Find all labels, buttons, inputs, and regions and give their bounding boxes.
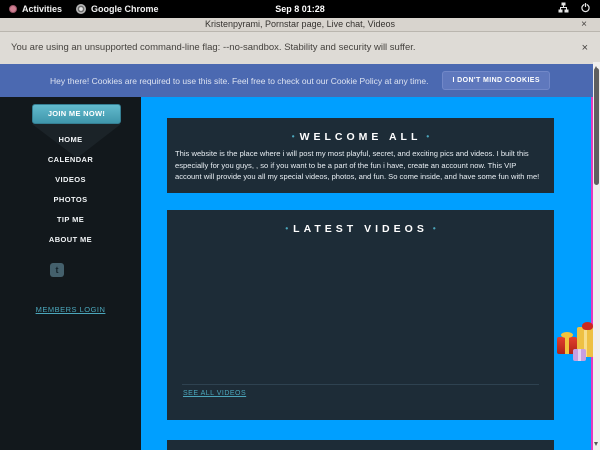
scrollbar-down-arrow-icon[interactable] (594, 442, 598, 446)
welcome-title-text: WELCOME ALL (300, 131, 422, 143)
welcome-title: • WELCOME ALL • (167, 131, 554, 143)
bullet-icon: • (285, 224, 288, 233)
sidebar-item-videos[interactable]: VIDEOS (0, 170, 141, 190)
latest-videos-title: • LATEST VIDEOS • (167, 223, 554, 235)
tumblr-icon[interactable]: t (50, 263, 64, 277)
sidebar-nav: HOME CALENDAR VIDEOS PHOTOS TIP ME ABOUT… (0, 130, 141, 250)
network-icon[interactable] (558, 0, 569, 18)
cookie-accept-button[interactable]: I DON'T MIND COOKIES (442, 71, 549, 90)
sidebar-item-photos[interactable]: PHOTOS (0, 190, 141, 210)
welcome-body-text: This website is the place where i will p… (175, 148, 544, 183)
window-title-bar: Kristenpyrami, Pornstar page, Live chat,… (0, 18, 600, 32)
browser-scrollbar[interactable] (593, 62, 600, 450)
window-close-icon[interactable]: × (581, 18, 587, 31)
power-icon[interactable] (580, 0, 591, 18)
bullet-icon: • (426, 132, 429, 141)
scrollbar-thumb[interactable] (594, 68, 599, 185)
gift-red-box-ribbon (565, 337, 569, 354)
sidebar-item-home[interactable]: HOME (0, 130, 141, 150)
gift-purple-box-ribbon (578, 349, 581, 361)
see-all-videos-link[interactable]: SEE ALL VIDEOS (183, 390, 246, 397)
sidebar-item-about-me[interactable]: ABOUT ME (0, 230, 141, 250)
system-top-bar: Activities Google Chrome Sep 8 01:28 (0, 0, 600, 18)
join-me-now-button[interactable]: JOIN ME NOW! (32, 104, 121, 124)
sidebar-item-tip-me[interactable]: TIP ME (0, 210, 141, 230)
videos-divider (182, 384, 539, 385)
next-section-panel (167, 440, 554, 450)
flag-warning-bar: You are using an unsupported command-lin… (0, 32, 600, 64)
cookie-notice-bar: Hey there! Cookies are required to use t… (0, 64, 600, 97)
flag-warning-close-icon[interactable]: × (582, 32, 588, 64)
gift-red-bow-top (582, 322, 593, 330)
latest-videos-panel: • LATEST VIDEOS • SEE ALL VIDEOS (167, 210, 554, 420)
flag-warning-message: You are using an unsupported command-lin… (11, 32, 416, 64)
sidebar: JOIN ME NOW! HOME CALENDAR VIDEOS PHOTOS… (0, 97, 141, 450)
latest-videos-title-text: LATEST VIDEOS (293, 223, 428, 235)
clock[interactable]: Sep 8 01:28 (0, 0, 600, 18)
bullet-icon: • (292, 132, 295, 141)
members-login-link[interactable]: MEMBERS LOGIN (0, 305, 141, 314)
welcome-panel: • WELCOME ALL • This website is the place … (167, 118, 554, 193)
sidebar-item-calendar[interactable]: CALENDAR (0, 150, 141, 170)
page-content: JOIN ME NOW! HOME CALENDAR VIDEOS PHOTOS… (0, 97, 600, 450)
gift-red-box-bow (561, 332, 573, 338)
bullet-icon: • (433, 224, 436, 233)
cookie-notice-message: Hey there! Cookies are required to use t… (50, 76, 428, 86)
window-title: Kristenpyrami, Pornstar page, Live chat,… (0, 18, 600, 31)
screen: Activities Google Chrome Sep 8 01:28 (0, 0, 600, 450)
